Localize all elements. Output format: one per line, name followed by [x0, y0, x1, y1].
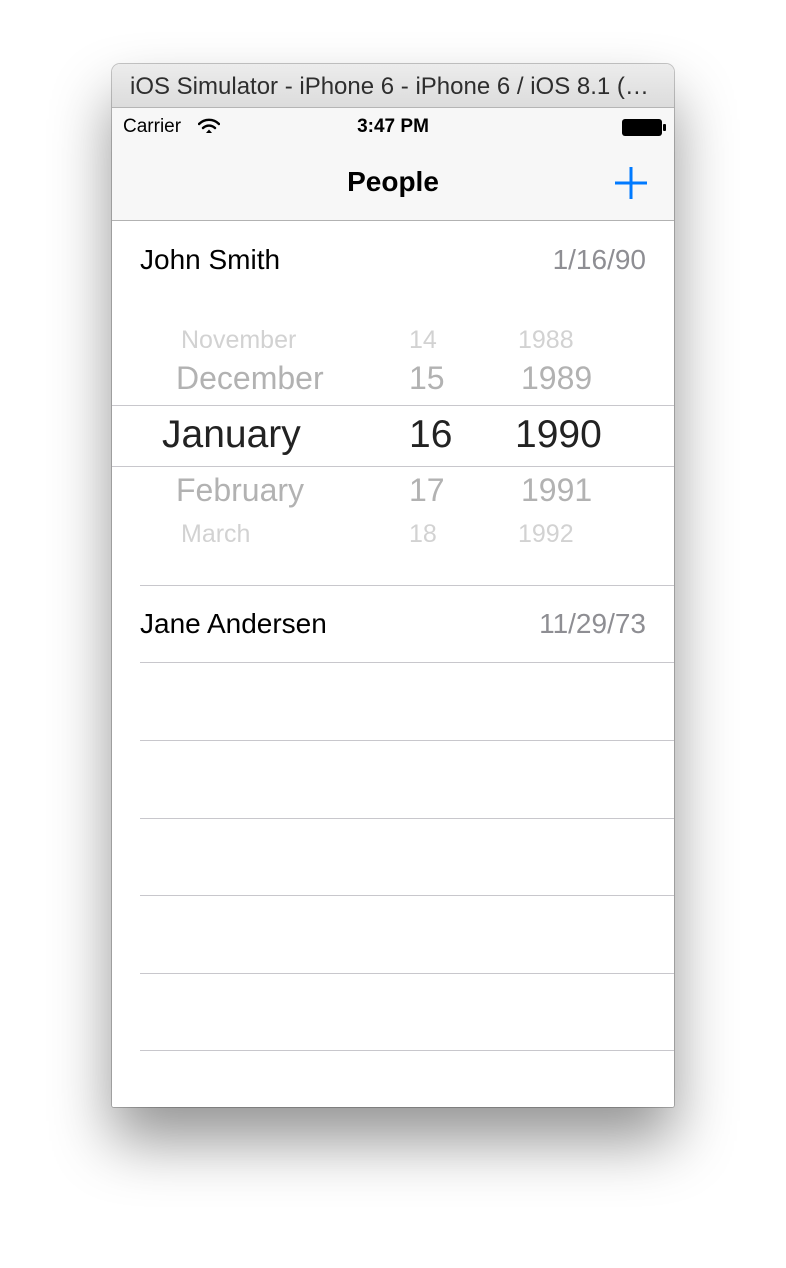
- picker-day-option[interactable]: 18: [409, 520, 437, 549]
- picker-month-option[interactable]: March: [181, 520, 250, 549]
- picker-month-option[interactable]: November: [181, 326, 296, 355]
- plus-icon[interactable]: [612, 164, 650, 202]
- picker-year-option[interactable]: 1991: [521, 472, 592, 509]
- empty-row: [140, 818, 674, 896]
- picker-year-option[interactable]: 1989: [521, 360, 592, 397]
- person-birthdate: 11/29/73: [539, 608, 646, 639]
- empty-row: [140, 973, 674, 1051]
- person-name: Jane Andersen: [140, 608, 327, 639]
- window-titlebar[interactable]: iOS Simulator - iPhone 6 - iPhone 6 / iO…: [112, 64, 674, 108]
- navigation-bar: Carrier 3:47 PM People: [112, 108, 674, 221]
- battery-icon: [622, 119, 666, 136]
- picker-day-option[interactable]: 14: [409, 326, 437, 355]
- empty-row: [140, 896, 674, 974]
- person-birthdate: 1/16/90: [552, 244, 646, 275]
- picker-year-option[interactable]: 1992: [518, 520, 574, 549]
- picker-day-option[interactable]: 17: [409, 472, 445, 509]
- picker-month-option[interactable]: February: [176, 472, 304, 509]
- picker-selected-year[interactable]: 1990: [515, 413, 602, 457]
- picker-selected-month[interactable]: January: [162, 413, 301, 457]
- picker-selected-day[interactable]: 16: [409, 413, 452, 457]
- page-title: People: [347, 166, 439, 197]
- person-row[interactable]: John Smith 1/16/90: [140, 222, 674, 299]
- status-time: 3:47 PM: [357, 116, 429, 137]
- empty-row: [140, 663, 674, 741]
- date-picker[interactable]: November December January February March…: [112, 298, 674, 586]
- iphone-screen: Carrier 3:47 PM People John Smith 1/16/9…: [112, 108, 674, 1107]
- simulator-window: iOS Simulator - iPhone 6 - iPhone 6 / iO…: [112, 64, 674, 1107]
- empty-row: [140, 741, 674, 819]
- picker-year-option[interactable]: 1988: [518, 326, 574, 355]
- person-name: John Smith: [140, 244, 281, 275]
- picker-month-option[interactable]: December: [176, 360, 324, 397]
- person-row[interactable]: Jane Andersen 11/29/73: [140, 586, 674, 663]
- picker-day-option[interactable]: 15: [409, 360, 445, 397]
- window-title: iOS Simulator - iPhone 6 - iPhone 6 / iO…: [130, 73, 660, 100]
